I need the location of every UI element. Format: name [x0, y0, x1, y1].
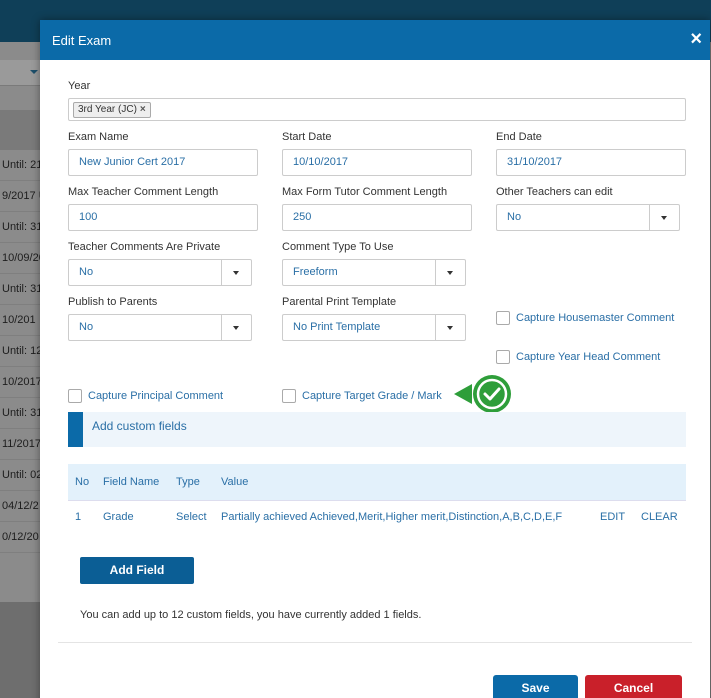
background-row: Until: 02/1: [0, 460, 42, 491]
teacher-private-value: No: [79, 266, 94, 278]
background-row: 10/201: [0, 305, 42, 336]
dropdown-toggle[interactable]: [221, 315, 251, 340]
end-date-input[interactable]: 31/10/2017: [496, 149, 686, 176]
capture-year-head-label: Capture Year Head Comment: [516, 351, 661, 364]
capture-principal-checkbox[interactable]: Capture Principal Comment: [68, 389, 223, 405]
background-row: 10/09/20: [0, 243, 42, 274]
checkmark-callout-icon: [454, 375, 511, 413]
end-date-label: End Date: [496, 131, 542, 143]
dropdown-toggle[interactable]: [435, 260, 465, 285]
background-table-header: [0, 110, 42, 150]
row-field-name: Grade: [103, 511, 134, 523]
modal-header: Edit Exam ×: [40, 20, 710, 60]
background-table: Until: 21/ 9/2017 U Until: 31 10/09/20 U…: [0, 150, 42, 553]
dropdown-toggle[interactable]: [649, 205, 679, 230]
custom-fields-title: Add custom fields: [92, 419, 187, 433]
background-row: 10/2017: [0, 367, 42, 398]
background-row: Until: 31: [0, 274, 42, 305]
capture-target-grade-label: Capture Target Grade / Mark: [302, 390, 442, 403]
publish-parents-select[interactable]: No: [68, 314, 252, 341]
section-accent: [68, 412, 83, 447]
background-row: 9/2017 U: [0, 181, 42, 212]
other-teachers-label: Other Teachers can edit: [496, 186, 613, 198]
capture-housemaster-label: Capture Housemaster Comment: [516, 312, 675, 325]
custom-fields-table-header: No Field Name Type Value: [68, 464, 686, 500]
checkbox-box[interactable]: [496, 350, 510, 365]
checkbox-box[interactable]: [496, 311, 510, 326]
teacher-private-label: Teacher Comments Are Private: [68, 241, 221, 253]
custom-fields-section-header: Add custom fields: [68, 412, 686, 447]
start-date-label: Start Date: [282, 131, 332, 143]
exam-name-label: Exam Name: [68, 131, 129, 143]
background-row: 04/12/2: [0, 491, 42, 522]
dropdown-toggle[interactable]: [221, 260, 251, 285]
print-template-select[interactable]: No Print Template: [282, 314, 466, 341]
edit-exam-modal: Edit Exam × Year 3rd Year (JC) × Exam Nam…: [40, 20, 710, 698]
add-field-button[interactable]: Add Field: [80, 557, 194, 584]
footer-divider: [58, 642, 692, 643]
comment-type-select[interactable]: Freeform: [282, 259, 466, 286]
comment-type-value: Freeform: [293, 266, 338, 278]
publish-parents-value: No: [79, 321, 94, 333]
background-dropdown: [0, 60, 42, 86]
year-tag-label: 3rd Year (JC): [78, 104, 137, 115]
year-tag: 3rd Year (JC) ×: [73, 102, 151, 118]
save-button[interactable]: Save: [493, 675, 578, 698]
capture-housemaster-checkbox[interactable]: Capture Housemaster Comment: [496, 311, 674, 327]
background-row: 11/2017: [0, 429, 42, 460]
capture-target-grade-checkbox[interactable]: Capture Target Grade / Mark: [282, 389, 442, 405]
year-multiselect[interactable]: 3rd Year (JC) ×: [68, 98, 686, 121]
custom-fields-info: You can add up to 12 custom fields, you …: [80, 609, 422, 621]
column-header-no: No: [75, 476, 90, 488]
column-header-type: Type: [176, 476, 200, 488]
dropdown-toggle[interactable]: [435, 315, 465, 340]
caret-down-icon: [661, 216, 667, 220]
caret-down-icon: [447, 271, 453, 275]
other-teachers-value: No: [507, 211, 522, 223]
column-header-field-name: Field Name: [103, 476, 160, 488]
caret-down-icon: [233, 326, 239, 330]
max-teacher-comment-input[interactable]: 100: [68, 204, 258, 231]
start-date-input[interactable]: 10/10/2017: [282, 149, 472, 176]
row-no: 1: [75, 511, 82, 523]
clear-link[interactable]: CLEAR: [641, 511, 678, 523]
capture-year-head-checkbox[interactable]: Capture Year Head Comment: [496, 350, 660, 366]
teacher-private-select[interactable]: No: [68, 259, 252, 286]
cancel-button[interactable]: Cancel: [585, 675, 682, 698]
year-label: Year: [68, 80, 91, 92]
background-row: Until: 21/: [0, 150, 42, 181]
other-teachers-select[interactable]: No: [496, 204, 680, 231]
max-teacher-comment-label: Max Teacher Comment Length: [68, 186, 219, 198]
background-row: 0/12/20: [0, 522, 42, 553]
table-row: 1 Grade Select Partially achieved Achiev…: [68, 500, 686, 535]
modal-title: Edit Exam: [52, 33, 112, 48]
checkbox-box[interactable]: [68, 389, 82, 404]
print-template-label: Parental Print Template: [282, 296, 397, 308]
max-form-tutor-label: Max Form Tutor Comment Length: [282, 186, 448, 198]
caret-down-icon: [233, 271, 239, 275]
row-value: Partially achieved Achieved,Merit,Higher…: [221, 511, 563, 523]
print-template-value: No Print Template: [293, 321, 381, 333]
caret-down-icon: [447, 326, 453, 330]
close-icon[interactable]: ×: [690, 29, 702, 49]
comment-type-label: Comment Type To Use: [282, 241, 394, 253]
background-row: Until: 31: [0, 212, 42, 243]
checkbox-box[interactable]: [282, 389, 296, 404]
background-row: Until: 12/: [0, 336, 42, 367]
chevron-down-icon: [30, 70, 38, 74]
remove-tag-icon[interactable]: ×: [140, 104, 146, 115]
exam-name-input[interactable]: New Junior Cert 2017: [68, 149, 258, 176]
edit-link[interactable]: EDIT: [600, 511, 625, 523]
publish-parents-label: Publish to Parents: [68, 296, 158, 308]
capture-principal-label: Capture Principal Comment: [88, 390, 224, 403]
row-type: Select: [176, 511, 207, 523]
background-row: Until: 31: [0, 398, 42, 429]
column-header-value: Value: [221, 476, 249, 488]
max-form-tutor-input[interactable]: 250: [282, 204, 472, 231]
